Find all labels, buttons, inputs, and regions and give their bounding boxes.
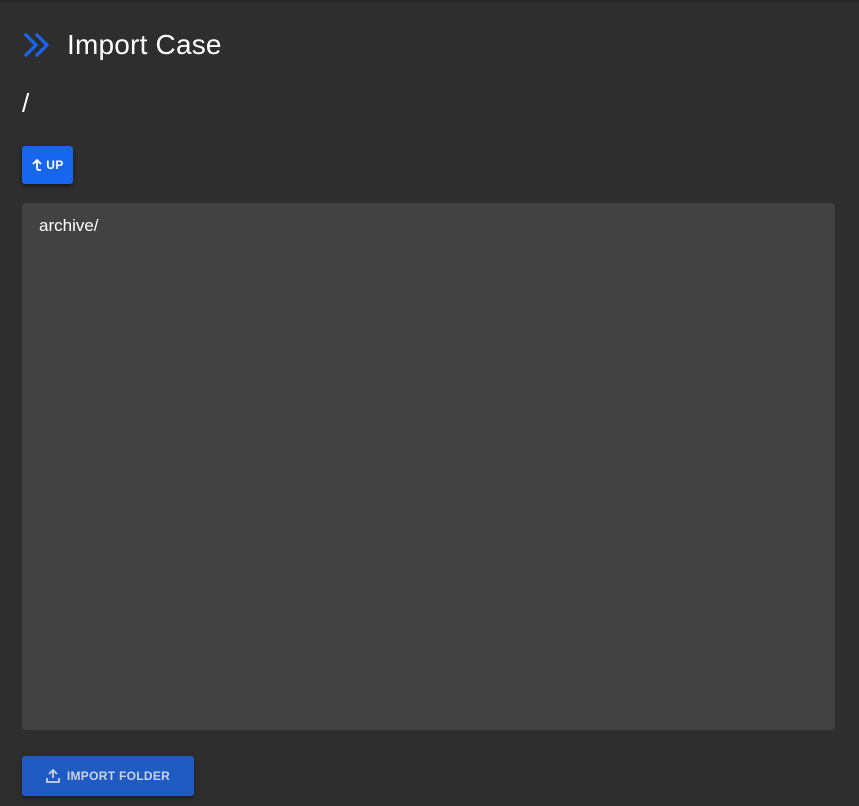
import-folder-button[interactable]: IMPORT FOLDER [22,756,194,796]
double-chevron-right-icon [22,30,52,60]
folder-listing: archive/ [22,203,835,730]
import-folder-button-label: IMPORT FOLDER [66,769,171,783]
upload-icon [45,769,60,783]
current-path: / [22,88,30,118]
page-title: Import Case [67,29,222,60]
top-edge-divider [0,0,859,3]
page-header: Import Case [22,26,222,64]
list-item[interactable]: archive/ [22,216,835,236]
arrow-up-return-icon [31,158,43,172]
import-case-page: Import Case / UP archive/ IMPORT FOLDER [0,0,859,806]
up-button[interactable]: UP [22,146,73,184]
up-button-label: UP [46,158,64,172]
